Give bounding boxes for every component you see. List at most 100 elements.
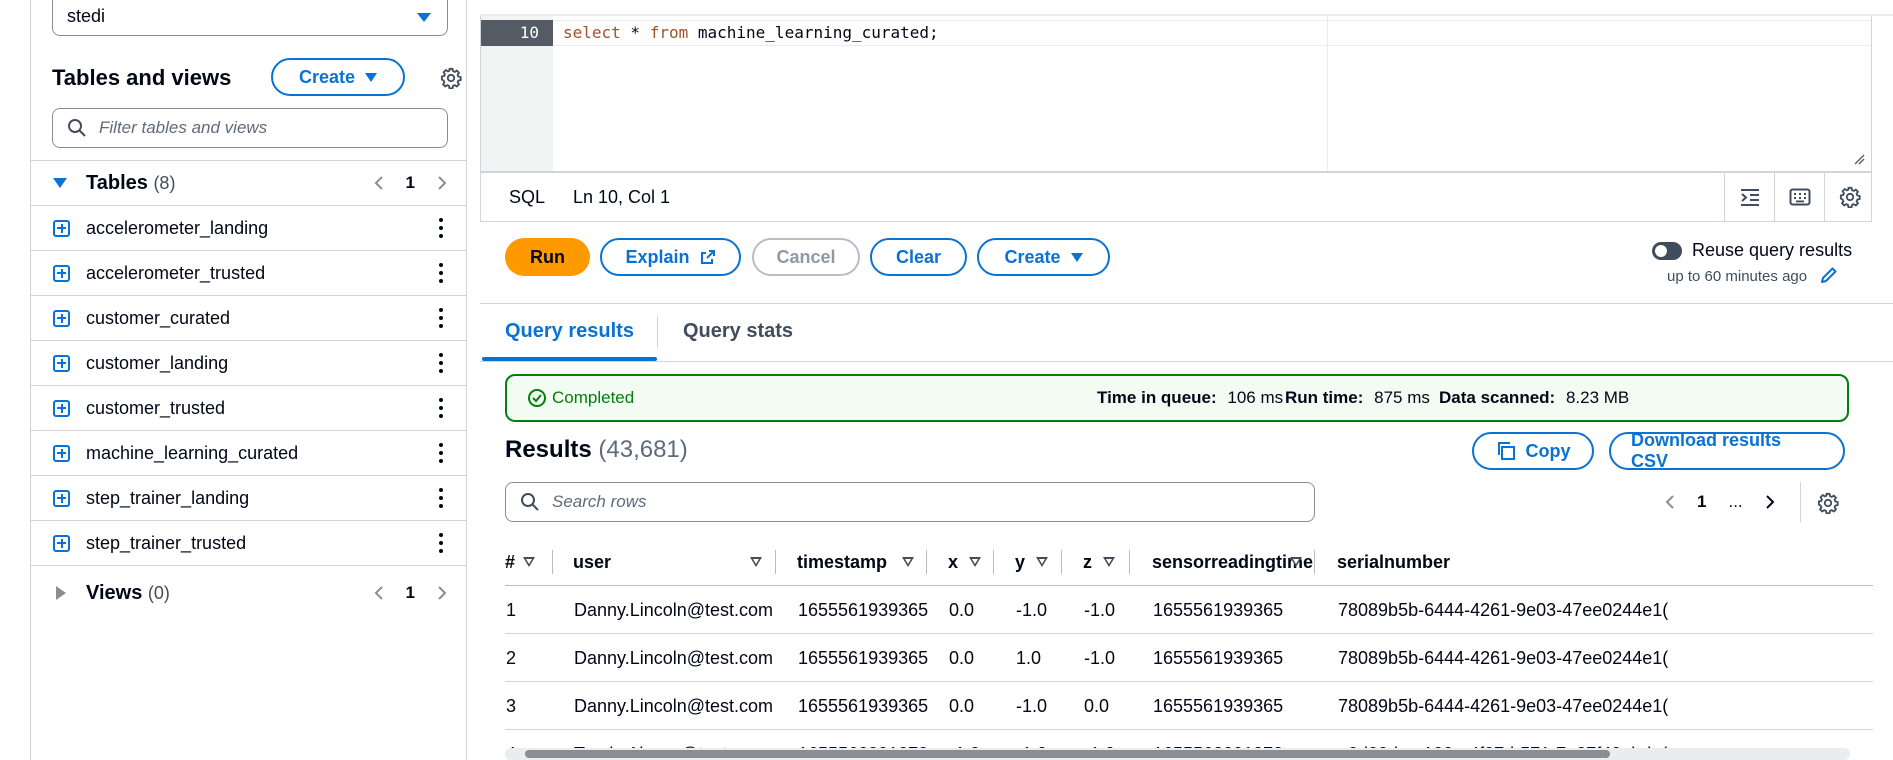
table-name[interactable]: accelerometer_trusted xyxy=(86,263,265,284)
code-line[interactable]: select * from machine_learning_curated; xyxy=(563,23,939,42)
keyboard-shortcuts-button[interactable] xyxy=(1774,173,1824,221)
column-resizer[interactable] xyxy=(552,550,553,574)
column-resizer[interactable] xyxy=(1129,550,1130,574)
sort-icon[interactable] xyxy=(902,557,914,567)
reuse-results-toggle[interactable] xyxy=(1652,242,1682,260)
table-name[interactable]: customer_curated xyxy=(86,308,230,329)
expand-plus-icon[interactable] xyxy=(53,309,70,327)
gear-icon[interactable] xyxy=(1817,492,1839,514)
more-actions-icon[interactable] xyxy=(439,353,443,373)
table-name[interactable]: customer_trusted xyxy=(86,398,225,419)
table-name[interactable]: step_trainer_trusted xyxy=(86,533,246,554)
chevron-left-icon[interactable] xyxy=(374,585,384,601)
table-cell: 1.0 xyxy=(1016,648,1042,668)
table-list-item[interactable]: step_trainer_trusted xyxy=(31,521,467,566)
column-header[interactable]: timestamp xyxy=(797,538,887,586)
table-list-item[interactable]: step_trainer_landing xyxy=(31,476,467,521)
table-row[interactable]: 2 Danny.Lincoln@test.com 1655561939365 0.0 1… xyxy=(505,634,1873,682)
database-select[interactable]: stedi xyxy=(52,0,448,36)
resize-handle-icon[interactable] xyxy=(1853,153,1865,165)
column-header[interactable]: sensorreadingtime xyxy=(1152,538,1313,586)
tables-page-number[interactable]: 1 xyxy=(406,173,415,193)
column-header[interactable]: y xyxy=(1015,538,1025,586)
sql-editor[interactable]: 10 select * from machine_learning_curate… xyxy=(480,16,1872,172)
search-rows-input[interactable]: Search rows xyxy=(505,482,1315,522)
table-name[interactable]: machine_learning_curated xyxy=(86,443,298,464)
scrollbar-thumb[interactable] xyxy=(525,750,1610,758)
edit-pencil-icon[interactable] xyxy=(1820,266,1838,284)
table-list-item[interactable]: customer_landing xyxy=(31,341,467,386)
clear-button[interactable]: Clear xyxy=(870,238,967,276)
chevron-right-icon[interactable] xyxy=(1765,494,1775,510)
format-query-button[interactable] xyxy=(1724,173,1774,221)
column-resizer[interactable] xyxy=(1314,550,1315,574)
gear-icon[interactable] xyxy=(440,67,462,89)
copy-button[interactable]: Copy xyxy=(1472,432,1594,470)
more-actions-icon[interactable] xyxy=(439,218,443,238)
create-button[interactable]: Create xyxy=(977,238,1110,276)
expanded-caret-icon[interactable] xyxy=(53,178,67,188)
expand-plus-icon[interactable] xyxy=(53,444,70,462)
table-name[interactable]: accelerometer_landing xyxy=(86,218,268,239)
more-actions-icon[interactable] xyxy=(439,533,443,553)
reuse-results-label: Reuse query results xyxy=(1692,240,1853,260)
filter-tables-input[interactable]: Filter tables and views xyxy=(52,108,448,148)
create-table-button[interactable]: Create xyxy=(271,58,405,96)
more-actions-icon[interactable] xyxy=(439,263,443,283)
tab-query-stats[interactable]: Query stats xyxy=(683,320,793,343)
chevron-left-icon[interactable] xyxy=(374,175,384,191)
chevron-right-icon[interactable] xyxy=(437,585,447,601)
horizontal-scrollbar[interactable] xyxy=(505,748,1850,760)
views-page-number[interactable]: 1 xyxy=(406,583,415,603)
collapsed-caret-icon[interactable] xyxy=(56,586,66,600)
table-list-item[interactable]: customer_trusted xyxy=(31,386,467,431)
sort-icon[interactable] xyxy=(969,557,981,567)
sort-icon[interactable] xyxy=(1036,557,1048,567)
table-row[interactable]: 3 Danny.Lincoln@test.com 1655561939365 0.0 -… xyxy=(505,682,1873,730)
tab-query-results[interactable]: Query results xyxy=(505,320,634,343)
sort-icon[interactable] xyxy=(523,557,535,567)
table-list-item[interactable]: accelerometer_landing xyxy=(31,206,467,251)
table-list-item[interactable]: machine_learning_curated xyxy=(31,431,467,476)
expand-plus-icon[interactable] xyxy=(53,489,70,507)
table-row[interactable]: 1 Danny.Lincoln@test.com 1655561939365 0.0 -… xyxy=(505,586,1873,634)
run-time: Run time: 875 ms xyxy=(1285,388,1430,408)
more-actions-icon[interactable] xyxy=(439,398,443,418)
column-resizer[interactable] xyxy=(926,550,927,574)
column-header[interactable]: z xyxy=(1083,538,1092,586)
run-button[interactable]: Run xyxy=(505,238,590,276)
expand-plus-icon[interactable] xyxy=(53,399,70,417)
column-resizer[interactable] xyxy=(1061,550,1062,574)
more-actions-icon[interactable] xyxy=(439,488,443,508)
column-header[interactable]: # xyxy=(505,538,515,586)
explain-button[interactable]: Explain xyxy=(600,238,741,276)
more-actions-icon[interactable] xyxy=(439,443,443,463)
expand-plus-icon[interactable] xyxy=(53,354,70,372)
tables-list: accelerometer_landing accelerometer_trust… xyxy=(31,206,467,566)
more-actions-icon[interactable] xyxy=(439,308,443,328)
cancel-button[interactable]: Cancel xyxy=(752,238,860,276)
sort-icon[interactable] xyxy=(750,557,762,567)
expand-plus-icon[interactable] xyxy=(53,534,70,552)
views-section-header[interactable]: Views (0) 1 xyxy=(31,570,467,616)
column-header[interactable]: user xyxy=(573,538,611,586)
table-name[interactable]: step_trainer_landing xyxy=(86,488,249,509)
column-header[interactable]: x xyxy=(948,538,958,586)
download-csv-button[interactable]: Download results CSV xyxy=(1609,430,1845,471)
tables-section-header[interactable]: Tables (8) 1 xyxy=(31,160,467,206)
chevron-right-icon[interactable] xyxy=(437,175,447,191)
expand-plus-icon[interactable] xyxy=(53,219,70,237)
expand-plus-icon[interactable] xyxy=(53,264,70,282)
column-resizer[interactable] xyxy=(775,550,776,574)
sort-icon[interactable] xyxy=(1290,557,1302,567)
table-list-item[interactable]: accelerometer_trusted xyxy=(31,251,467,296)
chevron-left-icon[interactable] xyxy=(1665,494,1675,510)
column-resizer[interactable] xyxy=(993,550,994,574)
table-name[interactable]: customer_landing xyxy=(86,353,228,374)
results-page-number[interactable]: 1 xyxy=(1697,492,1706,512)
table-cell: 0.0 xyxy=(949,696,975,716)
sort-icon[interactable] xyxy=(1103,557,1115,567)
table-list-item[interactable]: customer_curated xyxy=(31,296,467,341)
column-header[interactable]: serialnumber xyxy=(1337,538,1450,586)
editor-settings-button[interactable] xyxy=(1824,173,1874,221)
